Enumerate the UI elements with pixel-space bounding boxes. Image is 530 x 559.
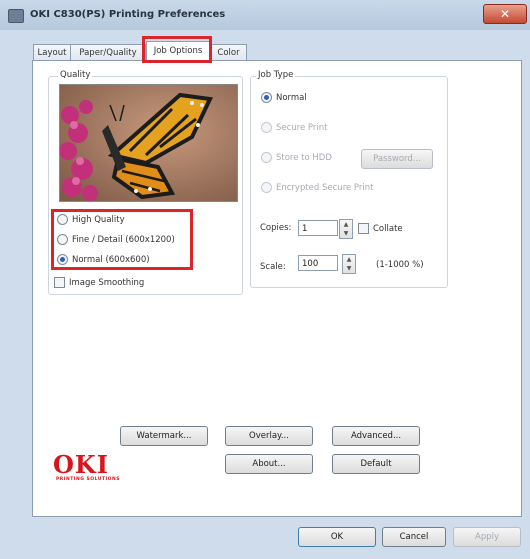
quality-preview-image — [59, 84, 238, 202]
job-type-secure-print-label: Secure Print — [276, 122, 328, 133]
close-icon: ✕ — [499, 7, 511, 21]
copies-input[interactable]: 1 — [298, 220, 338, 236]
radio-button — [261, 122, 272, 133]
image-smoothing-option[interactable]: Image Smoothing — [54, 277, 144, 288]
close-button[interactable]: ✕ — [483, 4, 527, 24]
ok-button[interactable]: OK — [298, 527, 376, 547]
watermark-button[interactable]: Watermark... — [120, 426, 208, 446]
oki-tagline: PRINTING SOLUTIONS — [56, 477, 120, 482]
scale-range-label: (1-1000 %) — [376, 260, 424, 270]
quality-normal-label: Normal (600x600) — [72, 254, 150, 265]
job-type-store-hdd-option: Store to HDD — [261, 152, 332, 163]
about-button[interactable]: About... — [225, 454, 313, 474]
image-smoothing-label: Image Smoothing — [69, 277, 145, 288]
printer-icon — [8, 9, 24, 23]
job-type-group-label: Job Type — [256, 70, 296, 80]
job-type-secure-print-option: Secure Print — [261, 122, 327, 133]
collate-option[interactable]: Collate — [358, 223, 403, 234]
quality-high-label: High Quality — [72, 214, 125, 225]
collate-label: Collate — [373, 223, 403, 234]
tab-color[interactable]: Color — [210, 44, 247, 61]
collate-checkbox[interactable] — [358, 223, 369, 234]
scale-spinner[interactable]: ▲ ▼ — [342, 254, 356, 274]
spin-up-icon[interactable]: ▲ — [343, 255, 355, 264]
password-button: Password... — [361, 149, 433, 169]
spin-up-icon[interactable]: ▲ — [340, 220, 352, 229]
radio-button[interactable] — [57, 214, 68, 225]
tab-paper-quality[interactable]: Paper/Quality — [70, 44, 146, 61]
tab-layout[interactable]: Layout — [33, 44, 71, 61]
spin-down-icon[interactable]: ▼ — [343, 264, 355, 273]
copies-spinner[interactable]: ▲ ▼ — [339, 219, 353, 239]
oki-logo: OKI — [53, 450, 109, 479]
quality-normal-option[interactable]: Normal (600x600) — [57, 254, 150, 265]
job-type-store-hdd-label: Store to HDD — [276, 152, 332, 163]
job-type-normal-label: Normal — [276, 92, 307, 103]
radio-button[interactable] — [57, 234, 68, 245]
quality-group-label: Quality — [58, 70, 93, 80]
apply-button: Apply — [453, 527, 521, 547]
overlay-button[interactable]: Overlay... — [225, 426, 313, 446]
default-button[interactable]: Default — [332, 454, 420, 474]
scale-label: Scale: — [260, 262, 286, 272]
butterfly-preview-icon — [60, 85, 237, 201]
radio-button-selected[interactable] — [57, 254, 68, 265]
scale-input[interactable]: 100 — [298, 255, 338, 271]
quality-fine-label: Fine / Detail (600x1200) — [72, 234, 175, 245]
job-type-encrypted-option: Encrypted Secure Print — [261, 182, 374, 193]
spin-down-icon[interactable]: ▼ — [340, 229, 352, 238]
printing-preferences-window: OKI C830(PS) Printing Preferences ✕ Layo… — [0, 0, 530, 559]
radio-button — [261, 152, 272, 163]
radio-button — [261, 182, 272, 193]
title-bar: OKI C830(PS) Printing Preferences ✕ — [0, 0, 530, 30]
quality-fine-option[interactable]: Fine / Detail (600x1200) — [57, 234, 175, 245]
radio-button-selected[interactable] — [261, 92, 272, 103]
job-type-normal-option[interactable]: Normal — [261, 92, 307, 103]
copies-label: Copies: — [260, 223, 292, 233]
quality-high-option[interactable]: High Quality — [57, 214, 125, 225]
image-smoothing-checkbox[interactable] — [54, 277, 65, 288]
advanced-button[interactable]: Advanced... — [332, 426, 420, 446]
tab-job-options[interactable]: Job Options — [146, 41, 210, 62]
cancel-button[interactable]: Cancel — [382, 527, 446, 547]
window-title: OKI C830(PS) Printing Preferences — [30, 9, 226, 20]
job-type-encrypted-label: Encrypted Secure Print — [276, 182, 374, 193]
